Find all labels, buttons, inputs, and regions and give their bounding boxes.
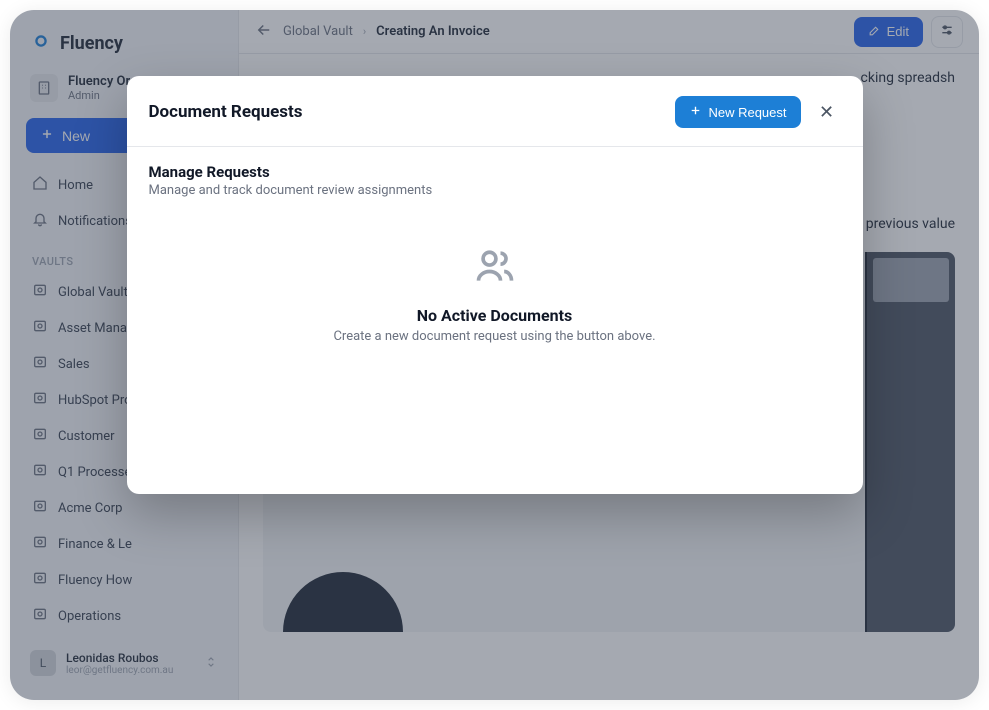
close-icon: ✕ [819,102,834,123]
modal-body: No Active Documents Create a new documen… [127,204,863,494]
manage-requests-title: Manage Requests [149,163,841,181]
people-icon [473,244,517,306]
empty-state-desc: Create a new document request using the … [333,329,655,344]
empty-state-title: No Active Documents [417,306,572,325]
modal-header: Document Requests New Request ✕ [127,76,863,147]
new-request-label: New Request [708,105,786,120]
manage-requests-desc: Manage and track document review assignm… [149,183,841,198]
app-frame: Fluency Fluency Org Admin New [10,10,979,700]
plus-icon [689,104,702,120]
document-requests-modal: Document Requests New Request ✕ Manage R… [127,76,863,494]
new-request-button[interactable]: New Request [675,96,800,128]
close-button[interactable]: ✕ [813,98,841,126]
modal-title: Document Requests [149,102,303,122]
modal-subheader: Manage Requests Manage and track documen… [127,147,863,204]
